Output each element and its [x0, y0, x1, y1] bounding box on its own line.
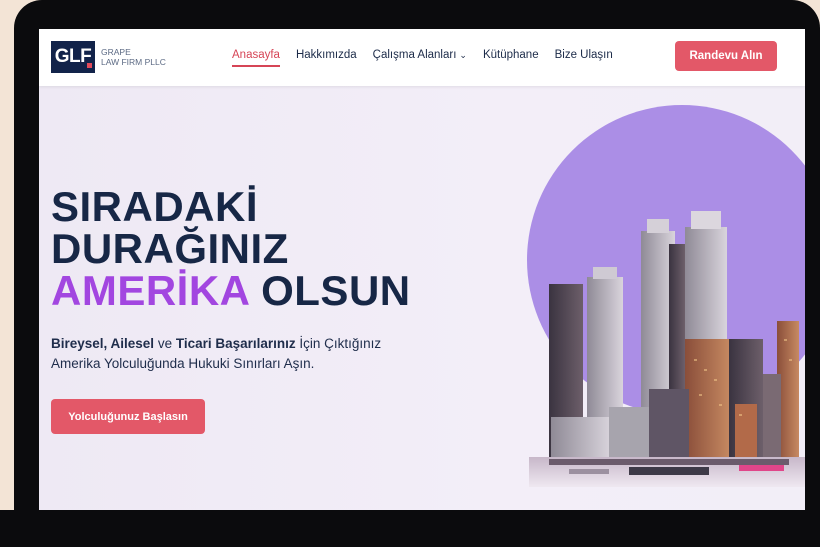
- hero-subtitle: Bireysel, Ailesel ve Ticari Başarılarını…: [51, 334, 451, 374]
- city-skyline-image: [529, 211, 805, 487]
- headline-highlight: AMERİKA: [51, 267, 249, 314]
- background-edge: [0, 0, 14, 547]
- headline-line-2: DURAĞINIZ: [51, 225, 289, 272]
- nav-item-calisma-alanlari-label: Çalışma Alanları: [372, 49, 457, 61]
- subtitle-bold-2: Ticari Başarılarınız: [175, 336, 296, 351]
- logo-mark: GLF: [51, 41, 95, 73]
- subtitle-line-2: Amerika Yolculuğunda Hukuki Sınırları Aş…: [51, 356, 315, 371]
- logo-mark-text: GLF: [54, 46, 92, 67]
- nav-item-anasayfa[interactable]: Anasayfa: [232, 49, 280, 67]
- main-nav: Anasayfa Hakkımızda Çalışma Alanları ⌄ Kü…: [232, 49, 629, 67]
- device-bottom: [0, 510, 820, 547]
- start-journey-button[interactable]: Yolculuğunuz Başlasın: [51, 399, 205, 434]
- subtitle-bold-1: Bireysel, Ailesel: [51, 336, 155, 351]
- subtitle-text-2: İçin Çıktığınız: [295, 336, 382, 351]
- nav-item-bize-ulasin[interactable]: Bize Ulaşın: [555, 49, 613, 61]
- subtitle-text-1: ve: [154, 336, 176, 351]
- appointment-button[interactable]: Randevu Alın: [675, 41, 777, 71]
- website-screen: GLF GRAPE LAW FIRM PLLC Anasayfa Hakkımı…: [39, 29, 805, 510]
- nav-item-hakkimizda[interactable]: Hakkımızda: [296, 49, 357, 61]
- logo-dot: [87, 63, 92, 68]
- headline-line-3-rest: OLSUN: [261, 267, 411, 314]
- site-header: GLF GRAPE LAW FIRM PLLC Anasayfa Hakkımı…: [39, 29, 805, 86]
- site-logo[interactable]: GLF GRAPE LAW FIRM PLLC: [51, 41, 166, 73]
- logo-text: GRAPE LAW FIRM PLLC: [101, 47, 166, 67]
- logo-text-line2: LAW FIRM PLLC: [101, 57, 166, 67]
- headline-line-3: AMERİKA OLSUN: [51, 270, 411, 312]
- chevron-down-icon: ⌄: [459, 50, 467, 60]
- hero-headline: SIRADAKİ DURAĞINIZ AMERİKA OLSUN: [51, 186, 411, 312]
- headline-line-1: SIRADAKİ: [51, 183, 259, 230]
- nav-item-calisma-alanlari[interactable]: Çalışma Alanları ⌄: [373, 49, 467, 61]
- logo-text-line1: GRAPE: [101, 47, 131, 57]
- nav-item-kutuphane[interactable]: Kütüphane: [483, 49, 539, 61]
